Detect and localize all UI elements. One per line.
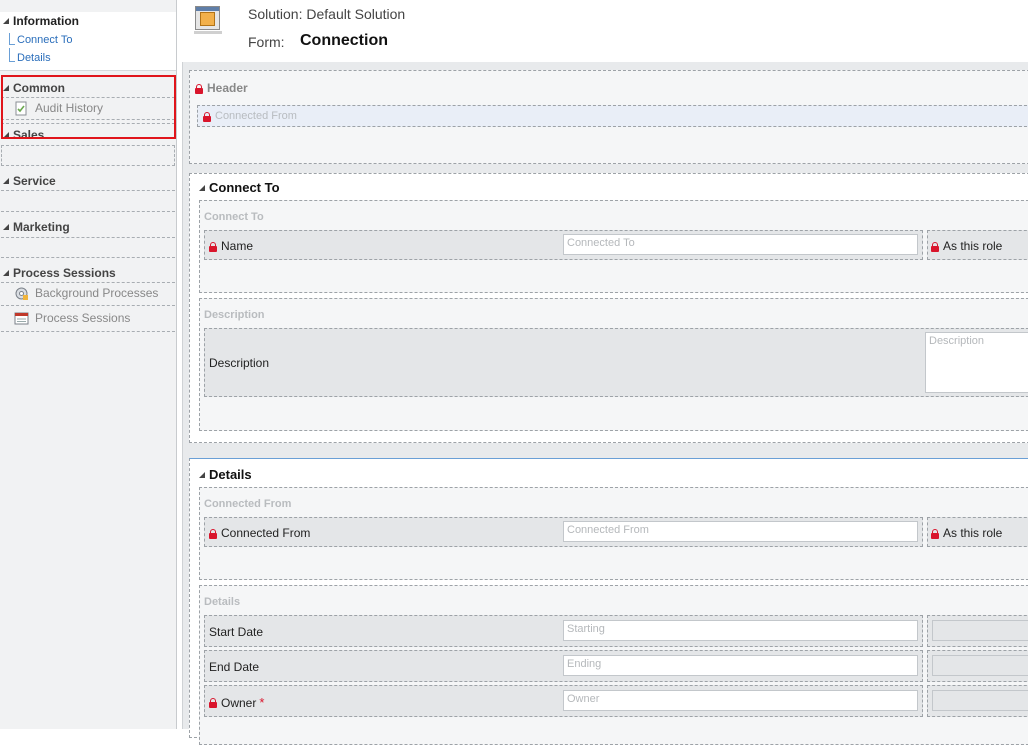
collapse-triangle-icon	[3, 18, 9, 24]
process-sessions-icon	[14, 311, 29, 326]
lock-icon	[203, 111, 211, 122]
nav-link-details[interactable]: Details	[17, 52, 51, 64]
background-processes-icon	[14, 286, 29, 301]
field-role-label: As this role	[931, 239, 1002, 253]
divider	[1, 237, 175, 238]
end-date-input[interactable]: Ending	[563, 655, 918, 676]
nav-heading-information[interactable]: Information	[3, 14, 79, 28]
form-editor-icon	[194, 6, 222, 34]
nav-item-process-sessions[interactable]: Process Sessions	[14, 308, 130, 328]
sales-group-area	[1, 145, 175, 166]
field-end-date-label: End Date	[209, 660, 260, 674]
header-field-connected-from[interactable]: Connected From	[197, 105, 1028, 127]
nav-heading-marketing[interactable]: Marketing	[3, 220, 70, 234]
empty-field-input	[932, 655, 1028, 676]
navigation-pane: Information Connect To Details Common Au…	[0, 0, 177, 729]
form-canvas: Header Connected From Connect To Connect…	[182, 62, 1028, 745]
section-details-title: Details	[204, 596, 241, 608]
field-description-label: Description	[209, 356, 270, 370]
collapse-triangle-icon	[3, 270, 9, 276]
divider	[1, 211, 175, 212]
nav-heading-service[interactable]: Service	[3, 174, 56, 188]
nav-heading-process-sessions[interactable]: Process Sessions	[3, 266, 116, 280]
name-input[interactable]: Connected To	[563, 234, 918, 255]
field-description[interactable]	[204, 328, 1028, 397]
divider	[1, 305, 175, 306]
header-section-title: Header	[195, 81, 248, 95]
solution-label: Solution: Default Solution	[248, 6, 406, 22]
field-connected-from-label: Connected From	[209, 526, 310, 540]
section-description-title: Description	[204, 309, 265, 321]
field-name-label: Name	[209, 239, 253, 253]
collapse-triangle-icon	[199, 472, 205, 478]
lock-icon	[195, 83, 203, 94]
required-asterisk: *	[259, 695, 265, 710]
section-connect-to-title: Connect To	[204, 211, 264, 223]
divider	[1, 257, 175, 258]
divider	[1, 331, 175, 332]
tab-details-title[interactable]: Details	[199, 467, 252, 482]
nav-item-background-processes[interactable]: Background Processes	[14, 283, 158, 303]
empty-field-input	[932, 620, 1028, 641]
highlight-box	[1, 75, 176, 139]
empty-field-input	[932, 690, 1028, 711]
section-connected-from-title: Connected From	[204, 498, 292, 510]
nav-link-connect-to[interactable]: Connect To	[17, 34, 72, 46]
start-date-input[interactable]: Starting	[563, 620, 918, 641]
tab-connect-to-title[interactable]: Connect To	[199, 180, 280, 195]
lock-icon	[931, 528, 939, 539]
field-role-label: As this role	[931, 526, 1002, 540]
lock-icon	[209, 241, 217, 252]
field-start-date-label: Start Date	[209, 625, 264, 639]
field-owner-label: Owner *	[209, 695, 264, 710]
form-name: Connection	[300, 32, 388, 49]
owner-input[interactable]: Owner	[563, 690, 918, 711]
tree-line-icon	[9, 48, 15, 62]
divider	[1, 190, 175, 191]
collapse-triangle-icon	[199, 185, 205, 191]
lock-icon	[931, 241, 939, 252]
description-textarea[interactable]: Description	[925, 332, 1028, 393]
tree-line-icon	[9, 33, 15, 45]
collapse-triangle-icon	[3, 224, 9, 230]
connected-from-input[interactable]: Connected From	[563, 521, 918, 542]
collapse-triangle-icon	[3, 178, 9, 184]
lock-icon	[209, 528, 217, 539]
lock-icon	[209, 698, 217, 708]
form-label: Form:	[248, 34, 285, 50]
